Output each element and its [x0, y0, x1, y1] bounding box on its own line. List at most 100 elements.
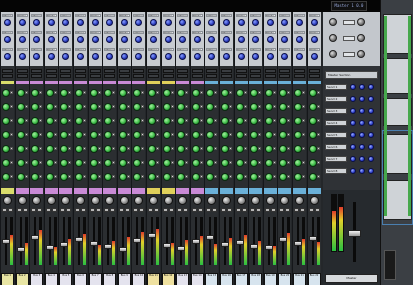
eq-knob[interactable] — [221, 145, 229, 153]
eq-knob[interactable] — [250, 117, 259, 125]
eq-knob[interactable] — [191, 173, 200, 181]
eq-knob[interactable] — [45, 145, 54, 153]
insert-slot[interactable] — [16, 69, 28, 73]
eq-knob[interactable] — [89, 103, 98, 111]
eq-knob[interactable] — [162, 145, 171, 153]
fx-send-knob[interactable] — [179, 36, 187, 43]
fader-cap[interactable] — [31, 235, 40, 240]
fx-send-knob[interactable] — [281, 36, 289, 43]
eq-knob[interactable] — [264, 103, 273, 111]
eq-knob[interactable] — [133, 159, 142, 167]
eq-knob[interactable] — [308, 131, 317, 139]
eq-toggle[interactable] — [302, 175, 305, 178]
eq-toggle[interactable] — [68, 105, 72, 108]
fx-send-knob[interactable] — [310, 53, 318, 60]
channel-name[interactable]: Bus 8 — [103, 273, 117, 285]
insert-slot[interactable] — [206, 74, 218, 78]
master-fx-knob[interactable] — [329, 34, 337, 42]
eq-knob[interactable] — [45, 103, 54, 111]
eq-knob[interactable] — [60, 159, 69, 167]
master-send-knob[interactable] — [350, 144, 356, 150]
fx-send-knob[interactable] — [164, 19, 172, 26]
eq-knob[interactable] — [75, 117, 83, 125]
channel-name[interactable]: Bus 21 — [293, 273, 306, 285]
master-fx-button[interactable] — [343, 52, 355, 57]
eq-knob[interactable] — [2, 159, 10, 167]
master-send-row[interactable]: Send 2 — [325, 96, 347, 102]
insert-slot[interactable] — [2, 74, 13, 78]
mute-button[interactable] — [60, 208, 66, 212]
solo-button[interactable] — [8, 208, 13, 212]
fx-send-knob[interactable] — [106, 36, 114, 43]
eq-knob[interactable] — [2, 89, 10, 97]
eq-knob[interactable] — [221, 89, 229, 97]
mute-button[interactable] — [148, 208, 153, 212]
mute-button[interactable] — [279, 208, 285, 212]
fader-track[interactable] — [267, 217, 270, 265]
fader-cap[interactable] — [308, 236, 317, 241]
eq-toggle[interactable] — [316, 91, 320, 94]
fx-send-knob[interactable] — [223, 36, 230, 43]
eq-knob[interactable] — [191, 89, 200, 97]
mute-button[interactable] — [31, 208, 37, 212]
eq-toggle[interactable] — [68, 91, 72, 94]
insert-slot[interactable] — [264, 74, 276, 78]
insert-slot[interactable] — [45, 69, 57, 73]
fader-track[interactable] — [63, 217, 66, 265]
fx-send-knob[interactable] — [106, 19, 114, 26]
mute-button[interactable] — [191, 208, 197, 212]
eq-toggle[interactable] — [53, 175, 57, 178]
eq-toggle[interactable] — [141, 91, 145, 94]
eq-knob[interactable] — [31, 131, 40, 139]
eq-knob[interactable] — [2, 173, 10, 181]
mute-button[interactable] — [177, 208, 183, 212]
eq-toggle[interactable] — [243, 147, 247, 150]
eq-knob[interactable] — [60, 145, 69, 153]
pan-knob[interactable] — [119, 196, 129, 205]
eq-toggle[interactable] — [112, 147, 116, 150]
eq-knob[interactable] — [221, 131, 229, 139]
eq-toggle[interactable] — [24, 175, 28, 178]
insert-slot[interactable] — [191, 74, 203, 78]
mute-button[interactable] — [45, 208, 51, 212]
master-send-knob[interactable] — [359, 108, 365, 114]
channel-name[interactable]: Bus 20 — [278, 273, 292, 285]
eq-toggle[interactable] — [141, 133, 145, 136]
eq-toggle[interactable] — [287, 119, 291, 122]
fx-send-knob[interactable] — [252, 19, 260, 26]
eq-knob[interactable] — [294, 159, 302, 167]
eq-knob[interactable] — [89, 117, 98, 125]
eq-knob[interactable] — [308, 145, 317, 153]
eq-toggle[interactable] — [112, 119, 116, 122]
eq-toggle[interactable] — [97, 105, 101, 108]
solo-button[interactable] — [124, 208, 130, 212]
insert-slot[interactable] — [279, 69, 291, 73]
eq-knob[interactable] — [308, 159, 317, 167]
fx-send-knob[interactable] — [135, 36, 143, 43]
fader-track[interactable] — [19, 217, 22, 265]
fader-track[interactable] — [165, 217, 168, 265]
eq-knob[interactable] — [148, 117, 156, 125]
channel-name[interactable]: Bus 11 — [147, 273, 160, 285]
eq-toggle[interactable] — [302, 133, 305, 136]
fader-cap[interactable] — [75, 237, 83, 242]
solo-button[interactable] — [212, 208, 218, 212]
pan-knob[interactable] — [309, 196, 319, 205]
eq-toggle[interactable] — [316, 105, 320, 108]
eq-toggle[interactable] — [287, 133, 291, 136]
eq-knob[interactable] — [45, 173, 54, 181]
fx-send-knob[interactable] — [150, 36, 157, 43]
eq-toggle[interactable] — [243, 161, 247, 164]
eq-toggle[interactable] — [68, 161, 72, 164]
eq-knob[interactable] — [133, 173, 142, 181]
eq-knob[interactable] — [264, 145, 273, 153]
eq-knob[interactable] — [294, 173, 302, 181]
insert-slot[interactable] — [235, 69, 247, 73]
eq-toggle[interactable] — [316, 175, 320, 178]
fader-track[interactable] — [121, 217, 124, 265]
eq-toggle[interactable] — [287, 147, 291, 150]
solo-button[interactable] — [256, 208, 262, 212]
fx-send-knob[interactable] — [179, 19, 187, 26]
eq-toggle[interactable] — [199, 161, 203, 164]
eq-knob[interactable] — [279, 159, 288, 167]
